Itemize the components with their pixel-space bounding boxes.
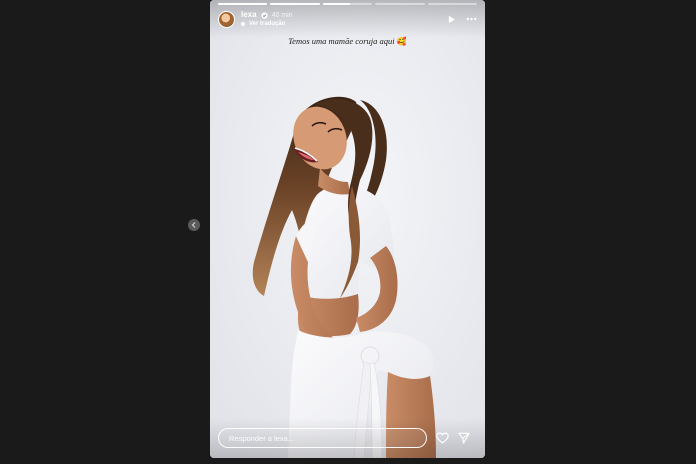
progress-fill (218, 3, 268, 5)
story-caption: Temos uma mamãe coruja aqui 🥰 (210, 36, 485, 46)
play-icon (448, 15, 456, 23)
progress-segment (375, 3, 425, 5)
progress-segment (218, 3, 268, 5)
progress-fill (322, 3, 350, 5)
story-frame[interactable]: lexa 40 min Ver tradução Temos uma mamãe… (210, 0, 485, 458)
story-header: lexa 40 min Ver tradução (218, 9, 477, 29)
share-button[interactable] (457, 431, 471, 445)
heart-icon (435, 432, 449, 444)
story-photo (210, 0, 485, 458)
story-footer (218, 427, 475, 449)
see-translation-link[interactable]: Ver tradução (249, 21, 285, 27)
more-options-button[interactable] (466, 14, 477, 25)
more-options-icon (466, 17, 477, 21)
timestamp: 40 min (271, 11, 293, 19)
progress-fill (270, 3, 320, 5)
progress-segment (270, 3, 320, 5)
reply-input[interactable] (218, 428, 427, 448)
story-viewer: lexa 40 min Ver tradução Temos uma mamãe… (0, 0, 696, 464)
story-meta: lexa 40 min Ver tradução (241, 11, 293, 27)
avatar[interactable] (218, 10, 235, 28)
send-icon (458, 432, 470, 444)
caption-text: Temos uma mamãe coruja aqui (288, 36, 395, 46)
translate-dot-icon (241, 22, 245, 26)
play-button[interactable] (446, 14, 457, 25)
header-actions (446, 14, 477, 25)
progress-segment (322, 3, 373, 5)
like-button[interactable] (435, 431, 449, 445)
username[interactable]: lexa (241, 11, 257, 19)
chevron-left-icon (191, 222, 196, 228)
verified-badge-icon (260, 11, 268, 19)
progress-segment (427, 3, 478, 5)
previous-story-button[interactable] (188, 219, 200, 231)
caption-emoji: 🥰 (396, 37, 407, 46)
story-progress (218, 3, 478, 5)
